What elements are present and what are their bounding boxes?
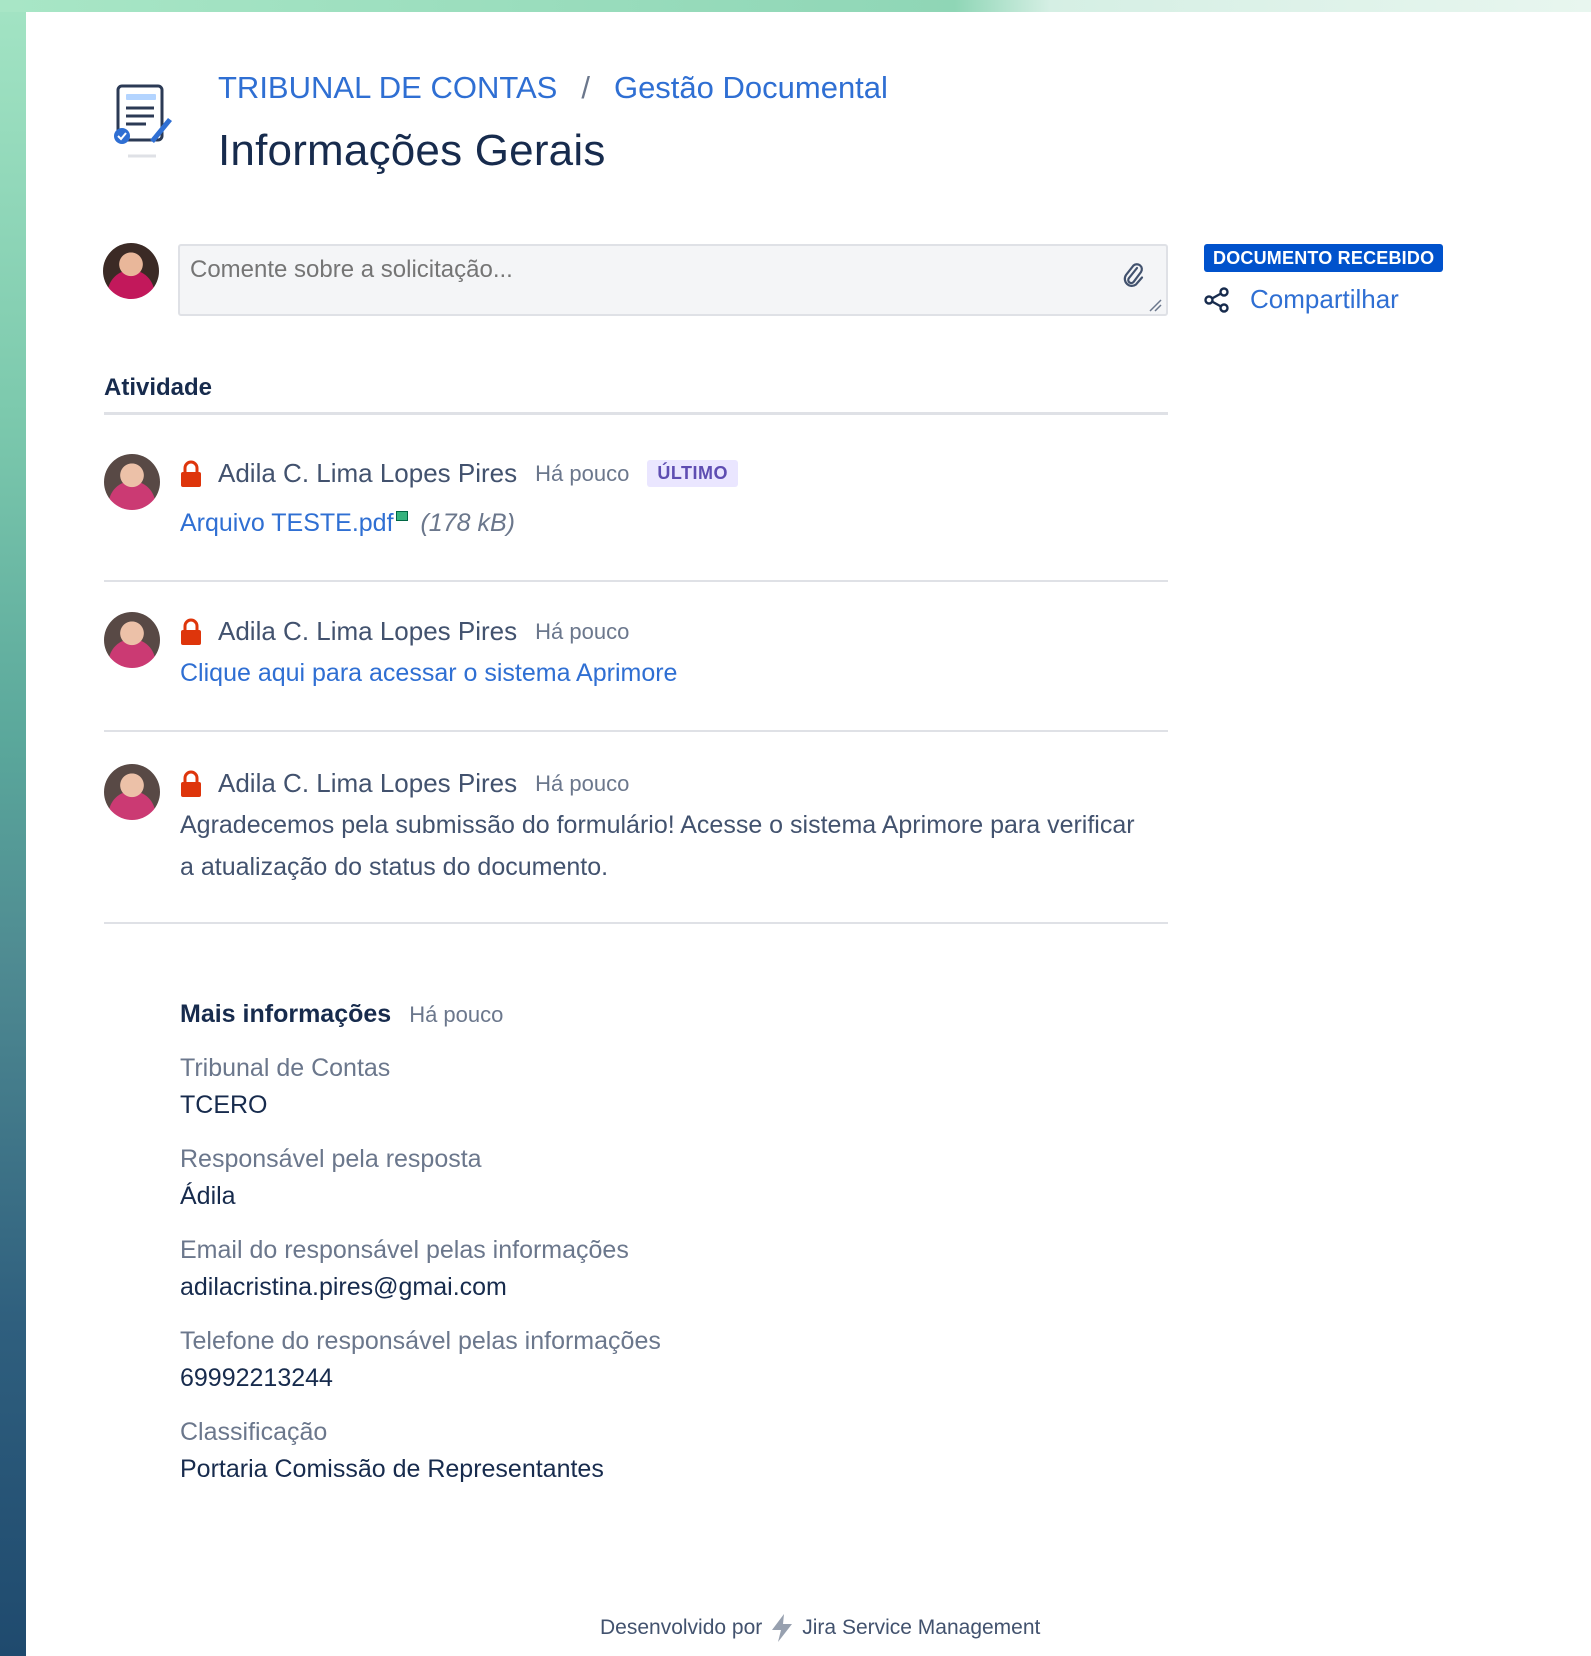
message-line: a atualização do status do documento. (180, 853, 609, 881)
activity-header: Adila C. Lima Lopes Pires Há pouco ÚLTIM… (180, 458, 738, 489)
field-label: Responsável pela resposta (180, 1145, 482, 1173)
activity-body: Clique aqui para acessar o sistema Aprim… (180, 652, 677, 694)
activity-title: Atividade (104, 374, 213, 401)
jira-bolt-icon (772, 1614, 793, 1642)
info-field-tribunal: Tribunal de Contas TCERO (180, 1049, 1080, 1123)
activity-body: Arquivo TESTE.pdf (178 kB) (180, 502, 515, 544)
field-label: Email do responsável pelas informações (180, 1236, 629, 1264)
field-label: Classificação (180, 1418, 328, 1446)
activity-item: Adila C. Lima Lopes Pires Há pouco Cliqu… (104, 612, 1168, 692)
breadcrumb-portal-link[interactable]: Gestão Documental (614, 70, 888, 106)
field-label: Tribunal de Contas (180, 1054, 391, 1082)
activity-time: Há pouco (535, 618, 630, 644)
breadcrumb-org-link[interactable]: TRIBUNAL DE CONTAS (218, 70, 557, 106)
footer: Desenvolvido por Jira Service Management (600, 1612, 1040, 1644)
author-name: Adila C. Lima Lopes Pires (218, 616, 518, 646)
author-avatar (104, 764, 160, 820)
status-badge: DOCUMENTO RECEBIDO (1204, 244, 1444, 272)
current-user-avatar (103, 243, 159, 299)
activity-separator (104, 922, 1168, 924)
activity-item: Adila C. Lima Lopes Pires Há pouco Agrad… (104, 764, 1168, 884)
activity-header: Adila C. Lima Lopes Pires Há pouco (180, 768, 647, 799)
resize-grip-icon[interactable] (1148, 298, 1162, 312)
activity-item: Adila C. Lima Lopes Pires Há pouco ÚLTIM… (104, 454, 1168, 554)
lock-icon (181, 770, 201, 797)
portal-card: TRIBUNAL DE CONTAS / Gestão Documental I… (26, 12, 1591, 1656)
message-line: Agradecemos pela submissão do formulário… (180, 811, 1135, 839)
info-field-telefone: Telefone do responsável pelas informaçõe… (180, 1322, 1080, 1396)
aprimore-link[interactable]: Clique aqui para acessar o sistema Aprim… (180, 659, 677, 687)
field-value: Ádila (180, 1182, 236, 1210)
activity-time: Há pouco (535, 460, 630, 486)
file-preview-icon (395, 511, 408, 521)
more-info-panel: Mais informações Há pouco Tribunal de Co… (180, 1000, 1080, 1504)
field-value: Portaria Comissão de Representantes (180, 1455, 604, 1483)
share-button[interactable]: Compartilhar (1204, 284, 1399, 315)
field-value: TCERO (180, 1091, 268, 1119)
comment-input[interactable] (178, 244, 1168, 316)
page-title: Informações Gerais (218, 126, 606, 175)
field-label: Telefone do responsável pelas informaçõe… (180, 1327, 661, 1355)
activity-divider (104, 412, 1168, 415)
share-icon (1204, 286, 1229, 313)
more-info-title: Mais informações (180, 1000, 392, 1028)
background-top-strip (0, 0, 1591, 12)
jira-service-management-link[interactable]: Jira Service Management (802, 1616, 1040, 1640)
more-info-header: Mais informações Há pouco (180, 1000, 1080, 1029)
author-avatar (104, 454, 160, 510)
breadcrumb-separator: / (581, 70, 590, 105)
footer-prefix: Desenvolvido por (600, 1616, 763, 1639)
author-name: Adila C. Lima Lopes Pires (218, 458, 518, 488)
share-label: Compartilhar (1250, 284, 1399, 314)
field-value: 69992213244 (180, 1364, 333, 1392)
activity-separator (104, 580, 1168, 582)
info-field-classificacao: Classificação Portaria Comissão de Repre… (180, 1413, 1080, 1487)
activity-time: Há pouco (535, 770, 630, 796)
activity-header: Adila C. Lima Lopes Pires Há pouco (180, 616, 647, 647)
author-name: Adila C. Lima Lopes Pires (218, 768, 518, 798)
latest-badge: ÚLTIMO (647, 460, 738, 487)
attachment-link[interactable]: Arquivo TESTE.pdf (180, 509, 394, 537)
activity-body: Agradecemos pela submissão do formulário… (180, 804, 1135, 888)
info-field-responsavel: Responsável pela resposta Ádila (180, 1140, 1080, 1214)
more-info-time: Há pouco (409, 1002, 504, 1027)
info-field-email: Email do responsável pelas informações a… (180, 1231, 1080, 1305)
breadcrumb: TRIBUNAL DE CONTAS / Gestão Documental (218, 70, 888, 106)
author-avatar (104, 612, 160, 668)
attachment-icon[interactable] (1122, 262, 1144, 288)
field-value: adilacristina.pires@gmai.com (180, 1273, 507, 1301)
document-form-icon (114, 84, 172, 158)
lock-icon (181, 460, 201, 487)
activity-separator (104, 730, 1168, 732)
lock-icon (181, 618, 201, 645)
file-size: (178 kB) (420, 509, 515, 537)
